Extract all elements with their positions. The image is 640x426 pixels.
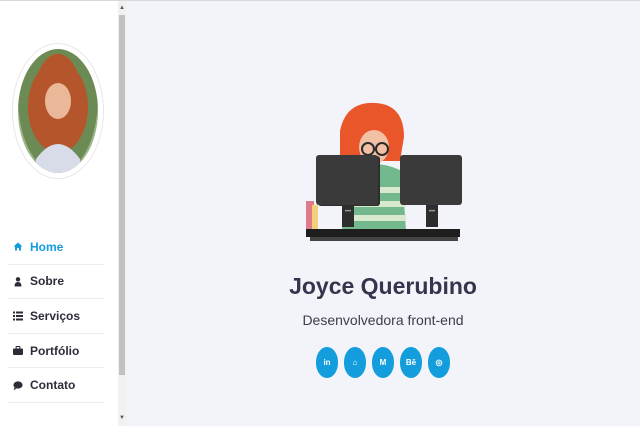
dribbble-button[interactable]: ◎ [428, 347, 450, 378]
medium-icon: M [379, 358, 387, 367]
dribbble-icon: ◎ [435, 358, 443, 367]
home-icon [13, 242, 23, 251]
linkedin-icon: in [323, 358, 331, 367]
sidebar-item-home[interactable]: Home [8, 230, 104, 265]
sidebar-nav: Home Sobre Serviços Portfólio Contato [8, 230, 104, 403]
github-button[interactable]: ⌂ [344, 347, 366, 378]
svg-text:•••: ••• [345, 209, 351, 215]
github-icon: ⌂ [352, 358, 358, 367]
chat-icon [13, 381, 23, 390]
sidebar-item-label: Sobre [30, 274, 65, 289]
sidebar-item-servicos[interactable]: Serviços [8, 299, 104, 334]
hero-role: Desenvolvedora front-end [302, 312, 464, 328]
sidebar-scrollbar[interactable]: ▲ ▼ [118, 1, 126, 426]
social-links: in ⌂ M Bē ◎ [316, 347, 450, 378]
sidebar-item-contato[interactable]: Contato [8, 368, 104, 403]
hero-name: Joyce Querubino [289, 273, 477, 299]
linkedin-button[interactable]: in [316, 347, 338, 378]
behance-icon: Bē [405, 358, 417, 367]
briefcase-icon [13, 346, 23, 356]
behance-button[interactable]: Bē [400, 347, 422, 378]
user-icon [14, 276, 22, 287]
sidebar-item-label: Portfólio [30, 343, 80, 358]
sidebar: Home Sobre Serviços Portfólio Contato [0, 1, 118, 426]
developer-illustration: ••• ••• [306, 102, 462, 241]
scroll-up-arrow-icon[interactable]: ▲ [119, 4, 125, 12]
hero-section: ••• ••• Joyce Querubino Desenvolvedora f… [126, 1, 640, 426]
sidebar-item-sobre[interactable]: Sobre [8, 265, 104, 300]
sidebar-item-label: Home [30, 239, 64, 254]
sidebar-item-label: Serviços [30, 308, 81, 323]
scroll-thumb[interactable] [119, 15, 125, 375]
sidebar-item-label: Contato [30, 378, 76, 393]
list-icon [13, 311, 23, 321]
profile-avatar [13, 44, 103, 178]
medium-button[interactable]: M [372, 347, 394, 378]
svg-text:•••: ••• [429, 209, 435, 215]
sidebar-item-portfolio[interactable]: Portfólio [8, 334, 104, 369]
scroll-down-arrow-icon[interactable]: ▼ [119, 414, 125, 422]
